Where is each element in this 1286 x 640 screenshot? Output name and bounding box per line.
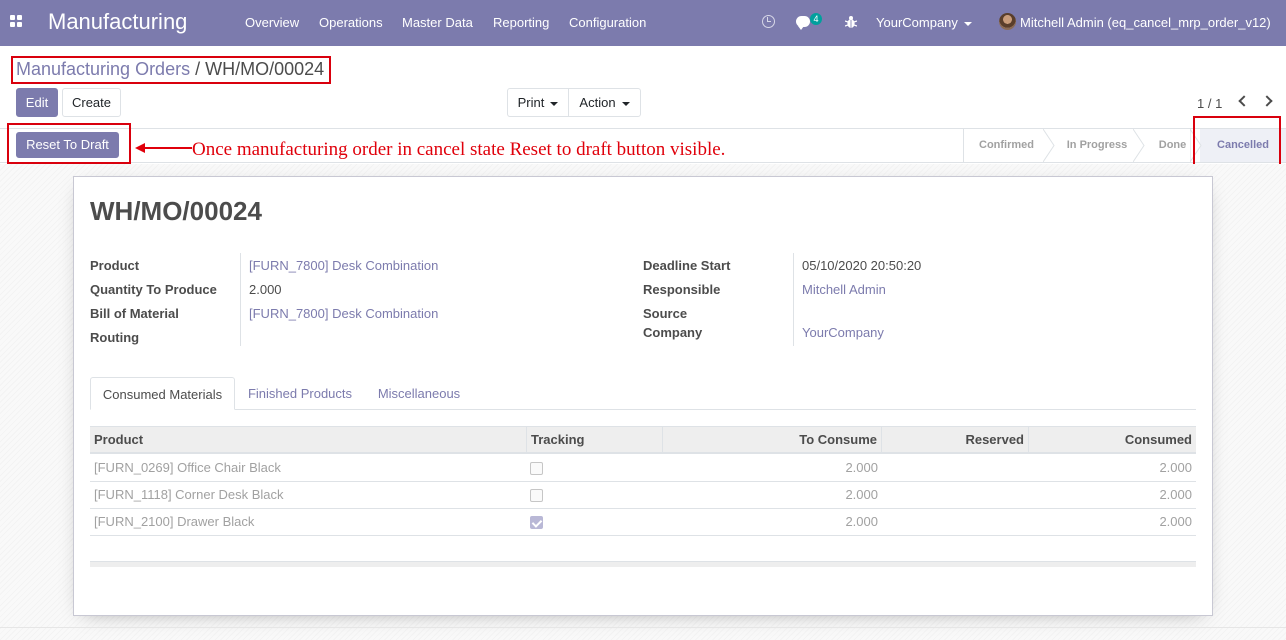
tracking-checkbox-checked: [530, 516, 543, 529]
print-label: Print: [517, 95, 545, 110]
apps-icon[interactable]: [10, 15, 23, 28]
row-to-consume: 2.000: [845, 514, 878, 529]
chat-icon[interactable]: [796, 16, 810, 30]
row-reserved: [882, 509, 1029, 535]
row-product: [FURN_1118] Corner Desk Black: [94, 487, 284, 502]
row-product: [FURN_0269] Office Chair Black: [94, 460, 281, 475]
breadcrumb-separator: /: [195, 59, 201, 79]
app-name[interactable]: Manufacturing: [48, 9, 187, 35]
annotation-text: Once manufacturing order in cancel state…: [192, 139, 726, 160]
row-consumed: 2.000: [1159, 487, 1192, 502]
product-label: Product: [90, 258, 140, 273]
row-product: [FURN_2100] Drawer Black: [94, 514, 255, 529]
tab-finished-products[interactable]: Finished Products: [237, 377, 363, 410]
print-dropdown[interactable]: Print: [507, 88, 569, 117]
qty-label: Quantity To Produce: [90, 282, 217, 297]
edit-button[interactable]: Edit: [16, 88, 58, 117]
caret-down-icon: [550, 101, 559, 106]
breadcrumb: Manufacturing Orders / WH/MO/00024: [16, 59, 324, 80]
table-row[interactable]: [FURN_2100] Drawer Black 2.000 2.000: [90, 509, 1196, 536]
tab-miscellaneous[interactable]: Miscellaneous: [366, 377, 472, 410]
annotation-arrow-line: [142, 147, 192, 149]
routing-label: Routing: [90, 330, 140, 345]
chevron-right-icon[interactable]: [1261, 95, 1273, 107]
product-value-link[interactable]: [FURN_7800] Desk Combination: [249, 258, 438, 273]
menu-configuration[interactable]: Configuration: [569, 15, 646, 30]
clock-icon[interactable]: [762, 15, 775, 28]
menu-reporting[interactable]: Reporting: [493, 15, 549, 30]
col-reserved[interactable]: Reserved: [882, 427, 1029, 453]
stage-in-progress: In Progress: [1066, 139, 1128, 151]
user-menu[interactable]: Mitchell Admin (eq_cancel_mrp_order_v12): [1020, 15, 1271, 30]
table-row[interactable]: [FURN_1118] Corner Desk Black 2.000 2.00…: [90, 482, 1196, 509]
company-name: YourCompany: [876, 15, 958, 30]
table-footer: [90, 561, 1196, 567]
source-label: Source: [643, 306, 688, 321]
menu-master-data[interactable]: Master Data: [402, 15, 473, 30]
deadline-label: Deadline Start: [643, 258, 731, 273]
chat-count-badge: 4: [810, 13, 822, 25]
company-switcher[interactable]: YourCompany: [876, 15, 972, 30]
caret-down-icon: [621, 101, 630, 106]
chevron-left-icon[interactable]: [1238, 95, 1250, 107]
table-header: Product Tracking To Consume Reserved Con…: [90, 426, 1196, 454]
tracking-checkbox: [530, 462, 543, 475]
col-to-consume[interactable]: To Consume: [663, 427, 882, 453]
reset-highlight-box: [7, 123, 131, 164]
field-divider: [793, 253, 794, 346]
avatar[interactable]: [999, 13, 1016, 30]
create-button[interactable]: Create: [62, 88, 121, 117]
stage-arrow: [1043, 129, 1055, 162]
caret-down-icon: [963, 21, 972, 26]
bom-value-link[interactable]: [FURN_7800] Desk Combination: [249, 306, 438, 321]
action-dropdown[interactable]: Action: [568, 88, 641, 117]
stage-confirmed: Confirmed: [979, 139, 1034, 151]
responsible-value-link[interactable]: Mitchell Admin: [802, 282, 886, 297]
row-to-consume: 2.000: [845, 487, 878, 502]
breadcrumb-current: WH/MO/00024: [205, 59, 325, 79]
bug-icon[interactable]: [845, 15, 857, 29]
cancelled-highlight-box: [1193, 116, 1281, 166]
company-label: Company: [643, 325, 703, 340]
table-row[interactable]: [FURN_0269] Office Chair Black 2.000 2.0…: [90, 455, 1196, 482]
responsible-label: Responsible: [643, 282, 721, 297]
menu-operations[interactable]: Operations: [319, 15, 383, 30]
action-label: Action: [579, 95, 616, 110]
row-consumed: 2.000: [1159, 460, 1192, 475]
row-consumed: 2.000: [1159, 514, 1192, 529]
col-consumed[interactable]: Consumed: [1029, 427, 1196, 453]
col-product[interactable]: Product: [90, 427, 527, 453]
top-navbar: Manufacturing Overview Operations Master…: [0, 0, 1286, 46]
row-reserved: [882, 482, 1029, 508]
deadline-value: 05/10/2020 20:50:20: [802, 258, 922, 273]
tracking-checkbox: [530, 489, 543, 502]
company-value-link[interactable]: YourCompany: [802, 325, 884, 340]
record-title: WH/MO/00024: [90, 196, 262, 226]
row-to-consume: 2.000: [845, 460, 878, 475]
col-tracking[interactable]: Tracking: [527, 427, 663, 453]
pager-value[interactable]: 1 / 1: [1197, 96, 1222, 111]
page-bottom-divider: [0, 627, 1286, 628]
tab-consumed-materials[interactable]: Consumed Materials: [90, 377, 235, 410]
breadcrumb-parent-link[interactable]: Manufacturing Orders: [16, 59, 190, 79]
stage-arrow: [1133, 129, 1145, 162]
row-reserved: [882, 455, 1029, 481]
menu-overview[interactable]: Overview: [245, 15, 299, 30]
bom-label: Bill of Material: [90, 306, 179, 321]
qty-value: 2.000: [249, 282, 282, 297]
field-divider: [240, 253, 241, 346]
